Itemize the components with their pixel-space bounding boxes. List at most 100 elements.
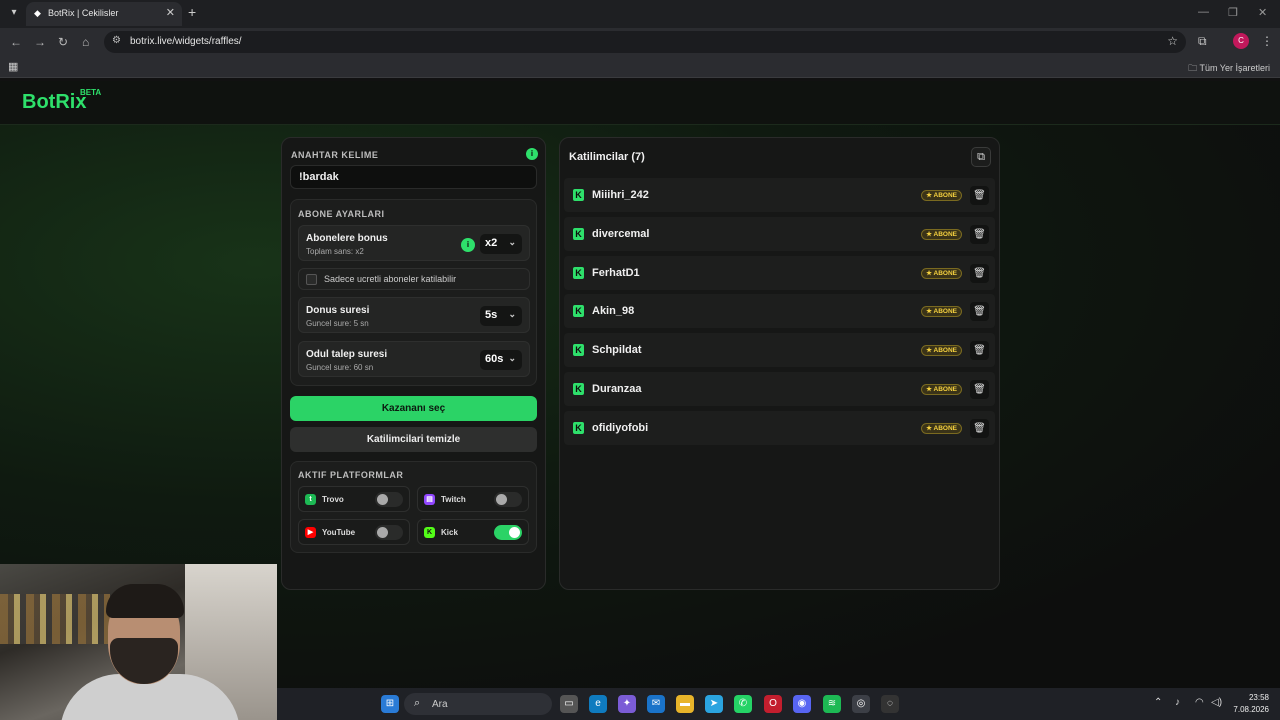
youtube-toggle[interactable] <box>375 525 403 540</box>
info-icon[interactable]: i <box>526 148 538 160</box>
trovo-toggle[interactable] <box>375 492 403 507</box>
menu-icon[interactable]: ⋮ <box>1261 34 1273 48</box>
participants-title: Katilimcilar (7) <box>569 151 645 163</box>
platform-kick: K Kick <box>417 519 529 545</box>
forward-icon[interactable]: → <box>34 34 46 50</box>
toggle-knob <box>509 527 520 538</box>
bonus-select[interactable]: x2 ⌄ <box>480 234 522 254</box>
wifi-icon[interactable]: ◠ <box>1195 697 1204 708</box>
trash-icon[interactable]: 🗑 <box>970 418 989 438</box>
raffle-settings-panel: ANAHTAR KELIME i ABONE AYARLARI Aboneler… <box>281 137 546 590</box>
extensions-icon[interactable]: ⧉ <box>1198 34 1207 49</box>
new-tab-icon[interactable]: + <box>188 5 196 19</box>
copilot-icon[interactable]: ✦ <box>618 695 636 713</box>
task-view-icon[interactable]: ▭ <box>560 695 578 713</box>
trash-icon[interactable]: 🗑 <box>970 379 989 399</box>
participant-row[interactable]: Kofidiyofobi ★ ABONE 🗑 <box>564 410 995 445</box>
trash-icon[interactable]: 🗑 <box>970 263 989 283</box>
bonus-time-value: 5s <box>485 309 498 321</box>
tray-chevron-icon[interactable]: ⌃ <box>1154 697 1162 708</box>
participant-row[interactable]: K Miiihri_242 ★ ABONE 🗑 <box>564 178 995 212</box>
reload-icon[interactable]: ↻ <box>58 34 68 50</box>
copy-icon[interactable]: ⧉ <box>971 147 991 167</box>
file-explorer-icon[interactable]: ▬ <box>676 695 694 713</box>
kick-icon: K <box>573 227 584 240</box>
trash-icon[interactable]: 🗑 <box>970 186 989 205</box>
site-info-icon[interactable]: ⚙ <box>112 35 121 46</box>
profile-avatar[interactable]: C <box>1233 33 1249 49</box>
subscriber-badge: ★ ABONE <box>921 383 962 395</box>
subscriber-badge-label: ABONE <box>933 347 957 355</box>
paid-subscribers-only[interactable]: Sadece ucretli aboneler katilabilir <box>298 268 530 290</box>
clock-time[interactable]: 23:58 <box>1247 693 1269 702</box>
volume-icon[interactable]: ◁) <box>1211 697 1222 708</box>
paid-only-checkbox[interactable] <box>306 274 317 285</box>
participant-row[interactable]: Kdivercemal ★ ABONE 🗑 <box>564 216 995 251</box>
address-bar[interactable]: ⚙ botrix.live/widgets/raffles/ ☆ <box>104 31 1186 53</box>
chevron-down-icon: ⌄ <box>508 353 516 363</box>
trash-icon[interactable]: 🗑 <box>970 341 989 361</box>
claim-time-select[interactable]: 60s ⌄ <box>480 350 522 370</box>
youtube-icon: ▶ <box>305 527 316 538</box>
minimize-icon[interactable]: — <box>1198 6 1209 18</box>
clock-date[interactable]: 7.08.2026 <box>1227 705 1269 714</box>
bookmark-star-icon[interactable]: ☆ <box>1167 34 1178 48</box>
trash-icon[interactable]: 🗑 <box>970 302 989 322</box>
discord-icon[interactable]: ◉ <box>793 695 811 713</box>
all-bookmarks[interactable]: 🗀 Tüm Yer İşaretleri <box>1188 61 1270 77</box>
subscriber-badge: ★ ABONE <box>921 306 962 318</box>
participant-name: FerhatD1 <box>592 266 640 279</box>
keyword-input[interactable] <box>290 165 537 189</box>
kick-toggle[interactable] <box>494 525 522 540</box>
participant-row[interactable]: K Duranzaa ★ ABONE 🗑 <box>564 371 995 406</box>
subscriber-badge: ★ ABONE <box>921 422 962 434</box>
subscriber-badge: ★ ABONE <box>921 190 962 201</box>
subscriber-settings-label: ABONE AYARLARI <box>298 209 385 219</box>
info-icon[interactable]: i <box>461 238 475 252</box>
clear-participants-button[interactable]: Katilimcilari temizle <box>290 427 537 452</box>
url-text[interactable]: botrix.live/widgets/raffles/ <box>130 36 242 47</box>
opera-icon[interactable]: O <box>764 695 782 713</box>
star-icon: ★ <box>926 385 934 393</box>
pick-winner-button[interactable]: Kazananı seç <box>290 396 537 421</box>
whatsapp-icon[interactable]: ✆ <box>734 695 752 713</box>
participant-row[interactable]: K Akin_98 ★ ABONE 🗑 <box>564 294 995 329</box>
participant-name: Schpildat <box>592 344 642 357</box>
claim-time-title: Odul talep suresi <box>306 349 388 360</box>
subscriber-bonus-setting: Abonelere bonus Toplam sans: x2 i x2 ⌄ <box>298 225 530 261</box>
edge-icon[interactable]: e <box>589 695 607 713</box>
browser-tab[interactable]: ◆ BotRix | Cekilisler ✕ <box>26 2 182 26</box>
app-icon[interactable]: ◌ <box>881 695 899 713</box>
beta-badge: BETA <box>80 88 102 97</box>
subscriber-badge-label: ABONE <box>933 269 957 277</box>
apps-grid-icon[interactable]: ▦ <box>8 60 18 73</box>
spotify-icon[interactable]: ≋ <box>823 695 841 713</box>
restore-icon[interactable]: ❐ <box>1228 6 1238 19</box>
home-icon[interactable]: ⌂ <box>82 34 89 50</box>
bonus-select-value: x2 <box>485 237 498 249</box>
kick-icon: K <box>573 305 584 318</box>
participant-row[interactable]: K FerhatD1 ★ ABONE 🗑 <box>564 255 995 290</box>
participant-name: Miiihri_242 <box>592 189 649 201</box>
participant-name: Duranzaa <box>592 382 642 395</box>
back-icon[interactable]: ← <box>10 34 22 50</box>
microphone-icon[interactable]: ♪ <box>1175 697 1180 708</box>
tab-search-icon[interactable]: ▾ <box>6 5 22 21</box>
chevron-down-icon: ⌄ <box>508 237 516 247</box>
telegram-icon[interactable]: ➤ <box>705 695 723 713</box>
windows-start-icon[interactable]: ⊞ <box>381 695 399 713</box>
close-icon[interactable]: ✕ <box>166 6 175 19</box>
tab-title: BotRix | Cekilisler <box>48 8 119 18</box>
trash-icon[interactable]: 🗑 <box>970 224 989 244</box>
participant-row[interactable]: K Schpildat ★ ABONE 🗑 <box>564 333 995 368</box>
logo[interactable]: BotRix <box>22 91 86 114</box>
subscriber-badge-label: ABONE <box>933 424 957 432</box>
bonus-time-select[interactable]: 5s ⌄ <box>480 306 522 326</box>
chrome-icon[interactable]: ◎ <box>852 695 870 713</box>
paid-only-label: Sadece ucretli aboneler katilabilir <box>324 274 457 284</box>
taskbar-search[interactable]: ⌕ Ara <box>404 693 552 715</box>
twitch-toggle[interactable] <box>494 492 522 507</box>
claim-time-subtitle: Guncel sure: 60 sn <box>306 363 374 372</box>
window-close-icon[interactable]: ✕ <box>1258 6 1267 19</box>
outlook-icon[interactable]: ✉ <box>647 695 665 713</box>
